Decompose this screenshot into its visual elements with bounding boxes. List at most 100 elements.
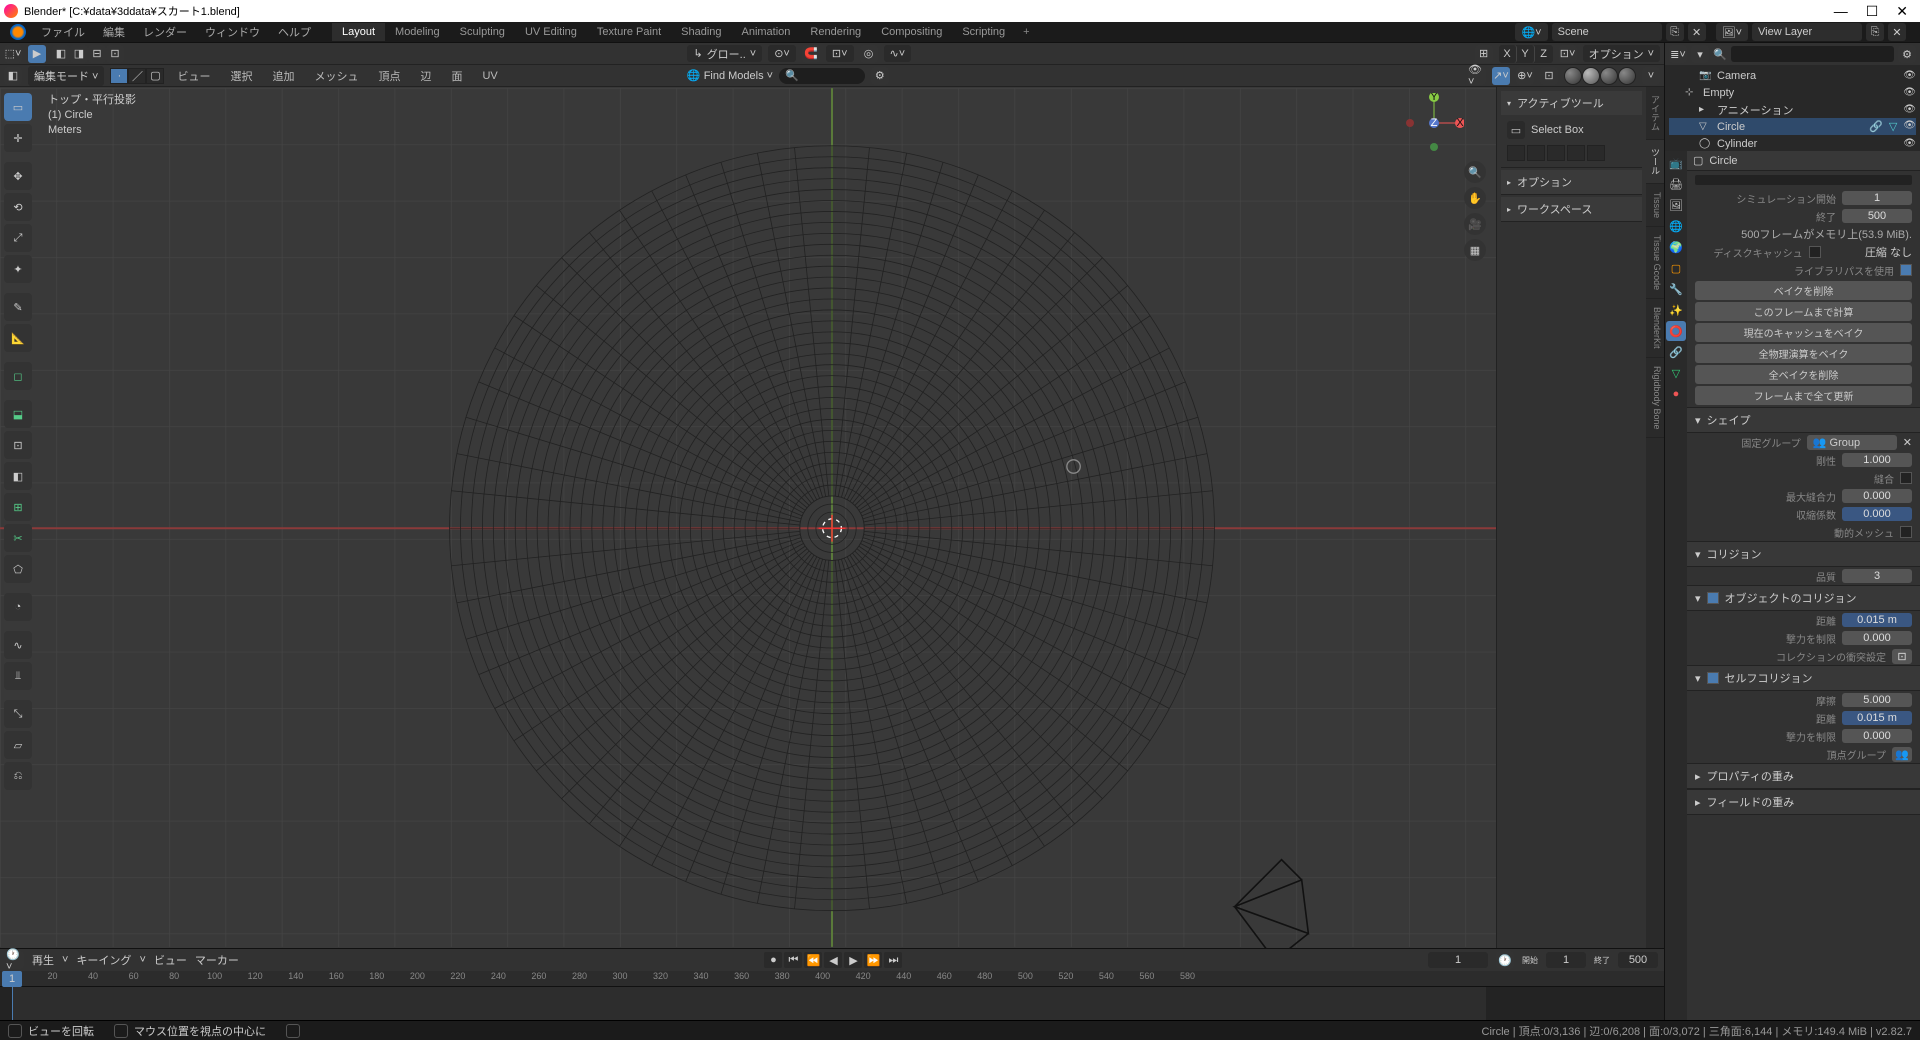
ptab-modifiers[interactable]: 🔧 — [1666, 279, 1686, 299]
outliner-search-input[interactable] — [1731, 46, 1894, 62]
nav-gizmo[interactable]: Y X Z — [1404, 93, 1464, 153]
imp-value[interactable]: 0.000 — [1842, 631, 1912, 645]
active-tool-header[interactable]: アクティブツール — [1501, 91, 1642, 115]
search-settings[interactable]: ⚙ — [871, 67, 889, 85]
gizmo-toggle[interactable]: ⊞ — [1475, 45, 1493, 63]
snap-toggle[interactable]: 🧲 — [802, 45, 820, 63]
timeline-ruler[interactable]: 1 20406080100120140160180200220240260280… — [0, 971, 1664, 987]
imp2-value[interactable]: 0.000 — [1842, 729, 1912, 743]
viewlayer-delete-button[interactable]: ✕ — [1888, 23, 1906, 41]
scene-new-button[interactable]: ⎘ — [1666, 23, 1684, 41]
menu-edit[interactable]: 編集 — [94, 22, 134, 42]
scale-tool[interactable]: ⤢ — [4, 224, 32, 252]
dist2-value[interactable]: 0.015 m — [1842, 711, 1912, 725]
npanel-tab-blenderkit[interactable]: BlenderKit — [1646, 299, 1664, 358]
tab-rendering[interactable]: Rendering — [800, 23, 871, 41]
selmode-new[interactable] — [1507, 145, 1525, 161]
viewlayer-name-input[interactable] — [1752, 23, 1862, 41]
viewlayer-icon[interactable]: 🖼˅ — [1716, 23, 1748, 41]
libpath-check[interactable] — [1900, 264, 1912, 276]
quality-value[interactable]: 3 — [1842, 569, 1912, 583]
dist-value[interactable]: 0.015 m — [1842, 613, 1912, 627]
knife-tool[interactable]: ✂ — [4, 524, 32, 552]
scene-name-input[interactable] — [1552, 23, 1662, 41]
next-key-button[interactable]: ⏩ — [864, 952, 882, 968]
pan-icon[interactable]: ✋ — [1464, 187, 1486, 209]
play-button[interactable]: ▶ — [844, 952, 862, 968]
selmode-and[interactable] — [1587, 145, 1605, 161]
npanel-tab-tool[interactable]: ツール — [1646, 140, 1664, 184]
ptab-render[interactable]: 📺 — [1666, 153, 1686, 173]
view-menu[interactable]: ビュー — [170, 66, 217, 86]
editor-type-dropdown[interactable]: ⬚˅ — [4, 45, 22, 63]
shear-tool[interactable]: ▱ — [4, 731, 32, 759]
perspective-toggle-icon[interactable]: ▦ — [1464, 239, 1486, 261]
sel-intersect-icon[interactable]: ⊟ — [88, 45, 106, 63]
npanel-tab-tissue[interactable]: Tissue — [1646, 184, 1664, 227]
sim-start-value[interactable]: 1 — [1842, 191, 1912, 205]
inset-tool[interactable]: ⊡ — [4, 431, 32, 459]
add-workspace-button[interactable]: + — [1015, 26, 1037, 38]
workspace-header[interactable]: ワークスペース — [1501, 197, 1642, 221]
npanel-tab-rigidbody[interactable]: Rigidbody Bone — [1646, 358, 1664, 439]
sel-all-icon[interactable]: ◧ — [52, 45, 70, 63]
scene-icon[interactable]: 🌐˅ — [1515, 23, 1547, 41]
ptab-constraints[interactable]: 🔗 — [1666, 342, 1686, 362]
ptab-output[interactable]: 🖨 — [1666, 174, 1686, 194]
outliner-row[interactable]: ▸アニメーション👁 — [1669, 101, 1916, 118]
menu-file[interactable]: ファイル — [32, 22, 94, 42]
tab-modeling[interactable]: Modeling — [385, 23, 450, 41]
3d-viewport[interactable]: ▭ ✛ ✥ ⟲ ⤢ ✦ ✎ 📐 ◻ ⬓ ⊡ ◧ ⊞ ✂ ⬠ ◔ — [0, 87, 1664, 948]
gizmo-dropdown[interactable]: ↗˅ — [1492, 67, 1510, 85]
sel-invert-icon[interactable]: ◨ — [70, 45, 88, 63]
find-models[interactable]: 🌐 Find Models ˅ — [687, 69, 773, 82]
proportional-toggle[interactable]: ◎ — [860, 45, 878, 63]
snap-type-dropdown[interactable]: ⊡˅ — [826, 45, 854, 62]
maximize-button[interactable]: ☐ — [1866, 3, 1879, 20]
collision-section-header[interactable]: ▾ コリジョン — [1687, 541, 1920, 567]
edge-select-mode[interactable]: ／ — [128, 68, 146, 84]
current-frame-input[interactable] — [1428, 952, 1488, 968]
shading-wireframe[interactable] — [1564, 67, 1582, 85]
fric-value[interactable]: 5.000 — [1842, 693, 1912, 707]
pingroup-value[interactable]: 👥 Group — [1807, 435, 1897, 450]
vertex-select-mode[interactable]: · — [110, 68, 128, 84]
mesh-menu[interactable]: メッシュ — [307, 66, 365, 86]
mode-dropdown[interactable]: 編集モード ˅ — [28, 66, 104, 86]
current-frame-indicator[interactable]: 1 — [2, 971, 22, 987]
pivot-dropdown[interactable]: ⊙˅ — [768, 45, 796, 62]
ptab-viewlayer[interactable]: 🖼 — [1666, 195, 1686, 215]
outliner-display-dropdown[interactable]: ▾ — [1691, 45, 1709, 63]
menu-render[interactable]: レンダー — [134, 22, 196, 42]
selmode-add[interactable] — [1527, 145, 1545, 161]
cursor-tool[interactable]: ✛ — [4, 124, 32, 152]
timeline-editor-dropdown[interactable]: 🕐˅ — [6, 951, 24, 969]
tl-menu-view[interactable]: ビュー — [154, 952, 187, 968]
outliner-row[interactable]: ▽Circle🔗▽👁 — [1669, 118, 1916, 135]
transform-tool[interactable]: ✦ — [4, 255, 32, 283]
shading-dropdown[interactable]: ˅ — [1642, 67, 1660, 85]
shrink-tool[interactable]: ⤡ — [4, 700, 32, 728]
tab-compositing[interactable]: Compositing — [871, 23, 952, 41]
dynmesh-check[interactable] — [1900, 526, 1912, 538]
end-frame-input[interactable] — [1618, 952, 1658, 968]
objcoll-check[interactable] — [1707, 592, 1719, 604]
tab-shading[interactable]: Shading — [671, 23, 731, 41]
scene-delete-button[interactable]: ✕ — [1688, 23, 1706, 41]
visibility-dropdown[interactable]: 👁˅ — [1468, 67, 1486, 85]
search-input[interactable] — [799, 70, 859, 82]
bake-delete-button[interactable]: ベイクを削除 — [1695, 281, 1912, 300]
axis-x[interactable]: X — [1499, 45, 1517, 63]
rotate-tool[interactable]: ⟲ — [4, 193, 32, 221]
vgrp-value[interactable]: 👥 — [1892, 747, 1912, 762]
start-frame-input[interactable] — [1546, 952, 1586, 968]
ptab-data[interactable]: ▽ — [1666, 363, 1686, 383]
bake-calc-button[interactable]: このフレームまで計算 — [1695, 302, 1912, 321]
selfcoll-check[interactable] — [1707, 672, 1719, 684]
selmode-xor[interactable] — [1567, 145, 1585, 161]
annotate-tool[interactable]: ✎ — [4, 293, 32, 321]
ptab-scene[interactable]: 🌐 — [1666, 216, 1686, 236]
selfcoll-section-header[interactable]: ▾ セルフコリジョン — [1687, 665, 1920, 691]
close-button[interactable]: ✕ — [1896, 3, 1908, 20]
add-cube-tool[interactable]: ◻ — [4, 362, 32, 390]
